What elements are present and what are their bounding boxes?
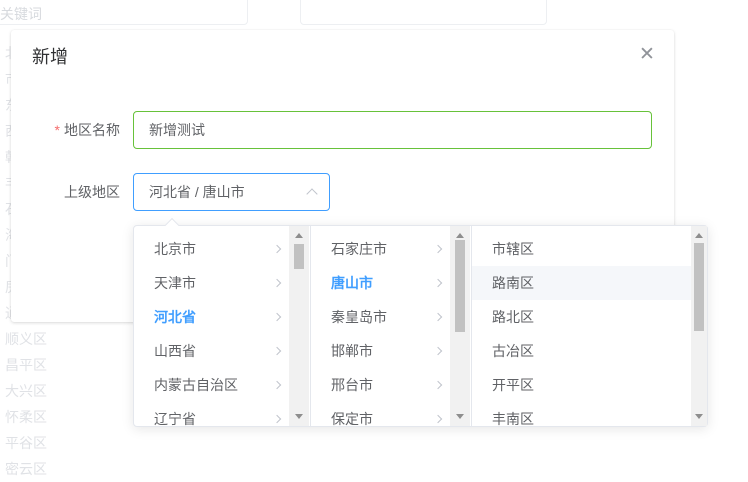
cascader-option-district[interactable]: 古冶区: [472, 334, 707, 368]
close-icon[interactable]: ✕: [633, 41, 661, 69]
cascader-option-label: 邯郸市: [331, 343, 373, 359]
dialog-title: 新增: [32, 45, 68, 69]
cascader-option-label: 河北省: [154, 309, 196, 325]
cascader-option-province[interactable]: 河北省: [134, 300, 310, 334]
background-keyword-placeholder: 关键词: [0, 4, 42, 24]
cascader-option-district[interactable]: 路南区: [472, 266, 707, 300]
scrollbar-province[interactable]: [289, 226, 309, 426]
cascader-option-label: 市辖区: [492, 241, 534, 257]
scrollbar-city[interactable]: [450, 226, 470, 426]
cascader-option-label: 古冶区: [492, 343, 534, 359]
chevron-right-icon: [273, 415, 281, 423]
cascader-option-label: 山西省: [154, 343, 196, 359]
region-name-label-text: 地区名称: [64, 122, 120, 138]
cascader-option-label: 石家庄市: [331, 241, 387, 257]
chevron-right-icon: [434, 381, 442, 389]
cascader-option-city[interactable]: 石家庄市: [311, 232, 471, 266]
chevron-right-icon: [434, 415, 442, 423]
scrollbar-thumb[interactable]: [294, 244, 304, 269]
scroll-up-icon[interactable]: [295, 233, 303, 238]
cascader-option-province[interactable]: 内蒙古自治区: [134, 368, 310, 402]
chevron-right-icon: [273, 245, 281, 253]
cascader-option-city[interactable]: 邯郸市: [311, 334, 471, 368]
parent-region-label: 上级地区: [11, 173, 120, 211]
cascader-option-label: 天津市: [154, 275, 196, 291]
cascader-option-label: 辽宁省: [154, 411, 196, 426]
chevron-right-icon: [434, 279, 442, 287]
cascader-panel-district: 市辖区路南区路北区古冶区开平区丰南区: [472, 226, 707, 426]
cascader-panel-province: 北京市天津市河北省山西省内蒙古自治区辽宁省: [134, 226, 311, 426]
chevron-right-icon: [273, 347, 281, 355]
scroll-up-icon[interactable]: [695, 233, 703, 238]
scrollbar-district[interactable]: [691, 226, 707, 426]
cascader-panel-city: 石家庄市唐山市秦皇岛市邯郸市邢台市保定市: [311, 226, 472, 426]
scroll-down-icon[interactable]: [456, 414, 464, 419]
scroll-down-icon[interactable]: [295, 414, 303, 419]
cascader-option-label: 丰南区: [492, 411, 534, 426]
background-district-item: 密云区: [5, 456, 61, 482]
cascader-option-label: 保定市: [331, 411, 373, 426]
cascader-option-province[interactable]: 山西省: [134, 334, 310, 368]
scroll-up-icon[interactable]: [456, 233, 464, 238]
cascader-option-label: 秦皇岛市: [331, 309, 387, 325]
cascader-option-district[interactable]: 市辖区: [472, 232, 707, 266]
scroll-down-icon[interactable]: [695, 414, 703, 419]
required-asterisk: *: [55, 122, 60, 138]
scrollbar-thumb[interactable]: [694, 243, 704, 331]
background-secondary-input: [300, 0, 547, 25]
region-name-input[interactable]: [133, 111, 652, 149]
cascader-option-district[interactable]: 丰南区: [472, 402, 707, 426]
cascader-option-label: 唐山市: [331, 275, 373, 291]
cascader-option-city[interactable]: 秦皇岛市: [311, 300, 471, 334]
parent-region-cascader[interactable]: [133, 173, 330, 211]
background-district-item: 顺义区: [5, 326, 61, 352]
cascader-option-district[interactable]: 路北区: [472, 300, 707, 334]
chevron-right-icon: [273, 279, 281, 287]
scrollbar-thumb[interactable]: [455, 240, 465, 332]
background-district-item: 大兴区: [5, 378, 61, 404]
cascader-option-province[interactable]: 辽宁省: [134, 402, 310, 426]
cascader-option-label: 路北区: [492, 309, 534, 325]
chevron-right-icon: [434, 313, 442, 321]
chevron-right-icon: [273, 381, 281, 389]
cascader-option-label: 北京市: [154, 241, 196, 257]
cascader-option-label: 路南区: [492, 275, 534, 291]
background-district-item: 平谷区: [5, 430, 61, 456]
parent-region-input[interactable]: [133, 173, 330, 211]
cascader-dropdown: 北京市天津市河北省山西省内蒙古自治区辽宁省 石家庄市唐山市秦皇岛市邯郸市邢台市保…: [133, 225, 708, 427]
cascader-option-province[interactable]: 天津市: [134, 266, 310, 300]
chevron-right-icon: [434, 347, 442, 355]
cascader-option-province[interactable]: 北京市: [134, 232, 310, 266]
background-district-item: 怀柔区: [5, 404, 61, 430]
chevron-right-icon: [273, 313, 281, 321]
cascader-option-city[interactable]: 邢台市: [311, 368, 471, 402]
cascader-option-label: 邢台市: [331, 377, 373, 393]
cascader-option-city[interactable]: 保定市: [311, 402, 471, 426]
cascader-option-district[interactable]: 开平区: [472, 368, 707, 402]
background-district-item: 昌平区: [5, 352, 61, 378]
cascader-option-label: 开平区: [492, 377, 534, 393]
region-name-label: *地区名称: [11, 111, 120, 149]
cascader-option-label: 内蒙古自治区: [154, 377, 238, 393]
cascader-option-city[interactable]: 唐山市: [311, 266, 471, 300]
chevron-right-icon: [434, 245, 442, 253]
